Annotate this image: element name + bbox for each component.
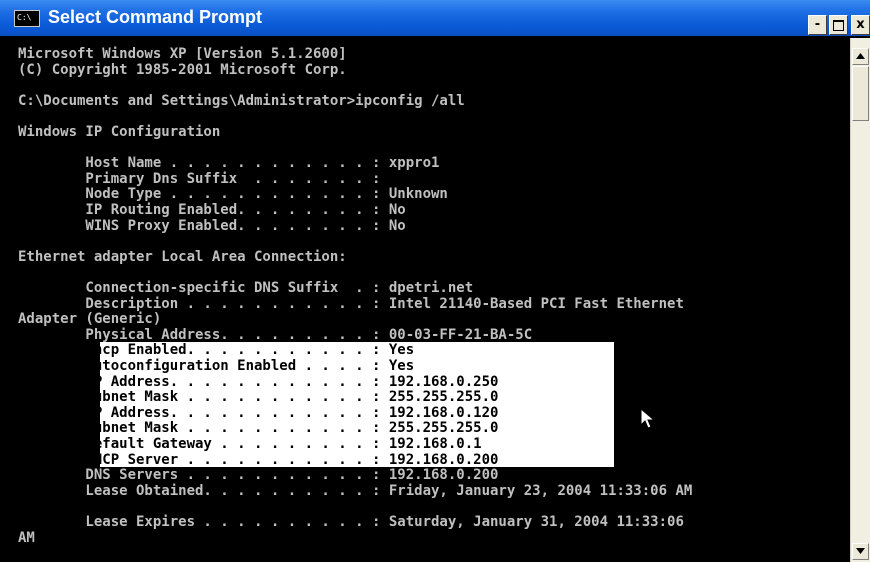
arrow-up-icon [856, 53, 865, 59]
console-line: Lease Expires . . . . . . . . . . : Satu… [18, 514, 684, 530]
scroll-down-button[interactable] [852, 543, 869, 560]
title-bar[interactable]: C:\ Select Command Prompt - x [0, 0, 870, 36]
console-line-selected: Subnet Mask . . . . . . . . . . . : 255.… [18, 420, 499, 437]
console-line-selected: DHCP Server . . . . . . . . . . . : 192.… [18, 451, 499, 468]
console-line: Connection-specific DNS Suffix . : dpetr… [18, 280, 474, 296]
console-line-selected: Dhcp Enabled. . . . . . . . . . . : Yes [18, 342, 415, 359]
console-window-icon[interactable]: C:\ [14, 10, 40, 27]
console-line-selected: Default Gateway . . . . . . . . . : 192.… [18, 436, 482, 452]
console-line: Windows IP Configuration [18, 124, 221, 140]
maximize-button[interactable] [829, 15, 848, 35]
console-line: WINS Proxy Enabled. . . . . . . . : No [18, 217, 406, 234]
console-line: C:\Documents and Settings\Administrator>… [18, 92, 465, 109]
console-line-selected: IP Address. . . . . . . . . . . . : 192.… [18, 404, 499, 421]
console-line: Description . . . . . . . . . . . : Inte… [18, 295, 684, 312]
minimize-button[interactable]: - [808, 15, 827, 35]
scroll-up-button[interactable] [852, 48, 869, 65]
arrow-down-icon [856, 548, 865, 554]
mouse-pointer-icon [640, 408, 656, 429]
console-line-selected: Autoconfiguration Enabled . . . . : Yes [18, 358, 415, 374]
window-title: Select Command Prompt [48, 7, 263, 27]
console-line: DNS Servers . . . . . . . . . . . : 192.… [18, 467, 499, 484]
console-line: Host Name . . . . . . . . . . . . : xppr… [18, 155, 440, 172]
console-line: Lease Obtained. . . . . . . . . . : Frid… [18, 482, 693, 499]
console-line-selected: IP Address. . . . . . . . . . . . : 192.… [18, 373, 499, 390]
console-line: Primary Dns Suffix . . . . . . . : [18, 170, 381, 187]
console-line: (C) Copyright 1985-2001 Microsoft Corp. [18, 61, 347, 78]
console-line: Node Type . . . . . . . . . . . . : Unkn… [18, 186, 448, 203]
console-output[interactable]: Microsoft Windows XP [Version 5.1.2600](… [0, 38, 849, 562]
maximize-icon [833, 20, 844, 31]
console-line: IP Routing Enabled. . . . . . . . : No [18, 202, 406, 218]
console-line-selected: Subnet Mask . . . . . . . . . . . : 255.… [18, 389, 499, 406]
scroll-thumb[interactable] [852, 66, 869, 121]
command-prompt-window: C:\ Select Command Prompt - x Microsoft … [0, 0, 870, 562]
close-button[interactable]: x [851, 15, 870, 35]
console-line: Microsoft Windows XP [Version 5.1.2600] [18, 46, 347, 62]
console-line: Adapter (Generic) [18, 311, 162, 328]
console-line: Physical Address. . . . . . . . . : 00-0… [18, 326, 533, 343]
console-line: Ethernet adapter Local Area Connection: [18, 248, 347, 265]
console-line: AM [18, 529, 35, 546]
vertical-scrollbar[interactable] [850, 38, 870, 562]
